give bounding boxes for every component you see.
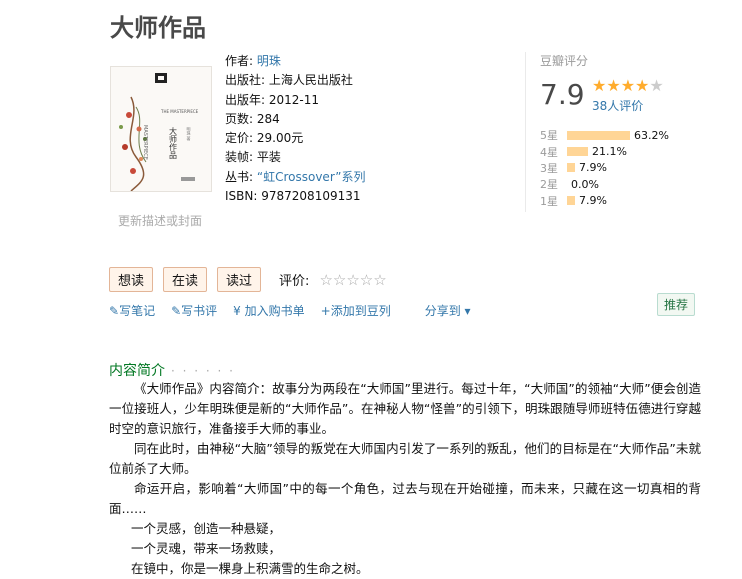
year-value: 2012-11 <box>268 92 320 107</box>
rating-bar-percent: 7.9% <box>579 194 607 208</box>
add-to-cart-link[interactable]: ¥ 加入购书单 <box>233 302 304 319</box>
rating-bar-label: 5星 <box>540 129 558 143</box>
isbn-row: ISBN: 9787208109131 <box>225 187 365 206</box>
rating-bar-label: 3星 <box>540 161 558 175</box>
rating-bar-row: 2星 0.0% <box>540 176 669 192</box>
section-divider <box>525 52 526 212</box>
eval-label: 评价: <box>279 274 310 289</box>
rating-bar <box>567 196 575 206</box>
read-button[interactable]: 读过 <box>217 267 262 292</box>
year-label: 出版年: <box>225 92 266 107</box>
write-note-label: 写笔记 <box>119 304 156 318</box>
cover-latin: MASTERPIECE <box>142 125 148 160</box>
rating-count-link[interactable]: 38人评价 <box>592 97 643 114</box>
rating-bar-row: 5星 63.2% <box>540 127 669 143</box>
add-to-doulist-link[interactable]: +添加到豆列 <box>321 302 391 319</box>
rating-bar-percent: 7.9% <box>579 161 607 175</box>
publisher-value: 上海人民出版社 <box>268 73 353 88</box>
intro-text: 《大师作品》内容简介：故事分为两段在“大师国”里进行。每过十年，“大师国”的领袖… <box>109 379 701 579</box>
update-cover-link[interactable]: 更新描述或封面 <box>118 212 202 229</box>
binding-label: 装帧: <box>225 150 254 165</box>
add-to-doulist-label: 添加到豆列 <box>330 304 391 318</box>
rating-stars-on: ★★★★ <box>592 76 650 95</box>
rating-bar-label: 1星 <box>540 194 558 208</box>
write-review-label: 写书评 <box>181 304 218 318</box>
intro-paragraph: 同在此时，由神秘“大脑”领导的叛党在大师国内引发了一系列的叛乱，他们的目标是在“… <box>109 441 701 476</box>
rating-score: 7.9 <box>540 78 585 111</box>
intro-poem-line: 在镜中，你是一棵身上积满雪的生命之树。 <box>131 561 369 576</box>
intro-paragraph: 《大师作品》内容简介：故事分为两段在“大师国”里进行。每过十年，“大师国”的领袖… <box>109 381 701 436</box>
rating-stars-off: ★ <box>649 76 664 95</box>
binding-value: 平装 <box>256 150 281 165</box>
intro-poem-line: 一个灵魂，带来一场救赎， <box>131 541 282 556</box>
rating-label: 豆瓣评分 <box>540 54 589 68</box>
svg-text:大师作品: 大师作品 <box>169 126 178 160</box>
svg-text:明珠 著: 明珠 著 <box>187 127 192 141</box>
svg-text:THE MASTERPIECE: THE MASTERPIECE <box>160 109 199 114</box>
series-link[interactable]: “虹Crossover”系列 <box>257 170 366 184</box>
yen-icon: ¥ <box>233 304 241 318</box>
add-to-cart-label: 加入购书单 <box>244 304 305 318</box>
pencil-icon: ✎ <box>109 304 120 318</box>
author-label: 作者: <box>225 54 254 68</box>
publisher-row: 出版社: 上海人民出版社 <box>225 71 365 90</box>
eval-stars-input[interactable]: ☆☆☆☆☆ <box>319 271 386 289</box>
pages-label: 页数: <box>225 111 254 126</box>
intro-heading-dots: · · · · · · <box>171 364 235 378</box>
plus-icon: + <box>320 304 331 318</box>
rating-stars-icon: ★★★★★ <box>592 76 664 95</box>
intro-paragraph: 命运开启，影响着“大师国”中的每一个角色，过去与现在开始碰撞，而未来，只藏在这一… <box>109 481 701 516</box>
rating-bar <box>567 130 630 140</box>
intro-heading-text: 内容简介 <box>109 363 165 379</box>
author-link[interactable]: 明珠 <box>257 54 281 68</box>
pages-row: 页数: 284 <box>225 110 365 129</box>
binding-row: 装帧: 平装 <box>225 148 365 167</box>
rating-bar <box>567 147 588 157</box>
pages-value: 284 <box>256 111 280 126</box>
rating-bar-label: 2星 <box>540 178 558 192</box>
book-info: 作者: 明珠 出版社: 上海人民出版社 出版年: 2012-11 页数: 284… <box>225 52 365 206</box>
intro-heading: 内容简介 · · · · · · <box>109 360 235 380</box>
pencil-icon: ✎ <box>171 304 182 318</box>
rating-bar-percent: 0.0% <box>571 177 599 191</box>
intro-poem-line: 一个灵感，创造一种悬疑， <box>131 521 282 536</box>
publisher-label: 出版社: <box>225 73 266 88</box>
price-label: 定价: <box>225 131 254 146</box>
cover-illustration: THE MASTERPIECE 大师作品 明珠 著 MASTERPIECE <box>111 67 211 191</box>
rating-bar-percent: 21.1% <box>592 145 627 159</box>
share-dropdown[interactable]: 分享到 ▾ <box>425 302 471 319</box>
status-buttons: 想读 在读 读过 评价: ☆☆☆☆☆ <box>109 267 387 292</box>
rating-bar <box>567 163 575 173</box>
recommend-button[interactable]: 推荐 <box>657 293 696 316</box>
author-row: 作者: 明珠 <box>225 52 365 71</box>
price-row: 定价: 29.00元 <box>225 129 365 148</box>
action-links: ✎写笔记 ✎写书评 ¥ 加入购书单 +添加到豆列 分享到 ▾ <box>109 302 471 319</box>
write-review-link[interactable]: ✎写书评 <box>171 302 217 319</box>
douban-rating: 豆瓣评分 7.9 ★★★★★ 38人评价 5星 63.2% 4星 21.1% 3星 7.9… <box>540 52 730 208</box>
rating-bar-row: 4星 21.1% <box>540 143 669 159</box>
rating-bar-row: 3星 7.9% <box>540 160 669 176</box>
reading-button[interactable]: 在读 <box>163 267 208 292</box>
series-row: 丛书: “虹Crossover”系列 <box>225 168 365 187</box>
rating-bar-row: 1星 7.9% <box>540 193 669 209</box>
isbn-value: 9787208109131 <box>261 189 361 204</box>
write-note-link[interactable]: ✎写笔记 <box>109 302 155 319</box>
book-cover[interactable]: THE MASTERPIECE 大师作品 明珠 著 MASTERPIECE <box>110 66 212 192</box>
rating-bar-label: 4星 <box>540 145 558 159</box>
isbn-label: ISBN: <box>225 189 258 204</box>
rating-distribution: 5星 63.2% 4星 21.1% 3星 7.9% 2星 0.0% 1星 7.9% <box>540 127 669 209</box>
series-label: 丛书: <box>225 169 254 184</box>
page-title: 大师作品 <box>110 14 206 42</box>
rating-bar-percent: 63.2% <box>634 128 669 142</box>
year-row: 出版年: 2012-11 <box>225 91 365 110</box>
price-value: 29.00元 <box>256 131 304 146</box>
want-to-read-button[interactable]: 想读 <box>109 267 154 292</box>
